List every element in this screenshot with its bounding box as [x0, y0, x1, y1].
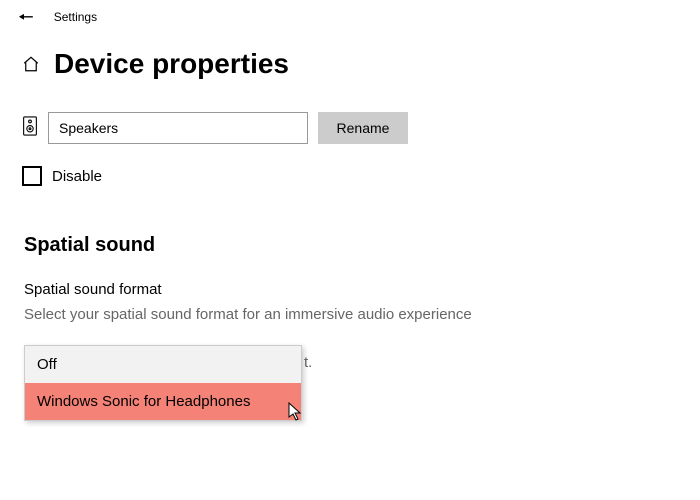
- speaker-icon: [22, 116, 38, 141]
- settings-label: Settings: [54, 10, 97, 24]
- top-bar: 🠔 Settings: [0, 0, 700, 26]
- disable-row: Disable: [0, 144, 700, 186]
- dropdown-option-off[interactable]: Off: [25, 346, 301, 383]
- disable-label: Disable: [52, 168, 102, 185]
- rename-button[interactable]: Rename: [318, 112, 408, 144]
- page-title: Device properties: [54, 48, 289, 80]
- device-name-row: Rename: [0, 90, 700, 144]
- spatial-format-label: Spatial sound format: [0, 257, 700, 298]
- page-header: Device properties: [0, 26, 700, 90]
- dropdown-option-windows-sonic[interactable]: Windows Sonic for Headphones: [25, 383, 301, 420]
- home-icon[interactable]: [22, 53, 40, 76]
- device-name-input[interactable]: [48, 112, 308, 144]
- spatial-format-dropdown[interactable]: Off Windows Sonic for Headphones: [24, 345, 302, 421]
- back-arrow-icon[interactable]: 🠔: [18, 8, 34, 26]
- helper-text-tail: t.: [304, 354, 312, 371]
- spatial-helper-text: Select your spatial sound format for an …: [0, 298, 700, 323]
- spatial-sound-heading: Spatial sound: [0, 186, 700, 257]
- disable-checkbox[interactable]: [22, 166, 42, 186]
